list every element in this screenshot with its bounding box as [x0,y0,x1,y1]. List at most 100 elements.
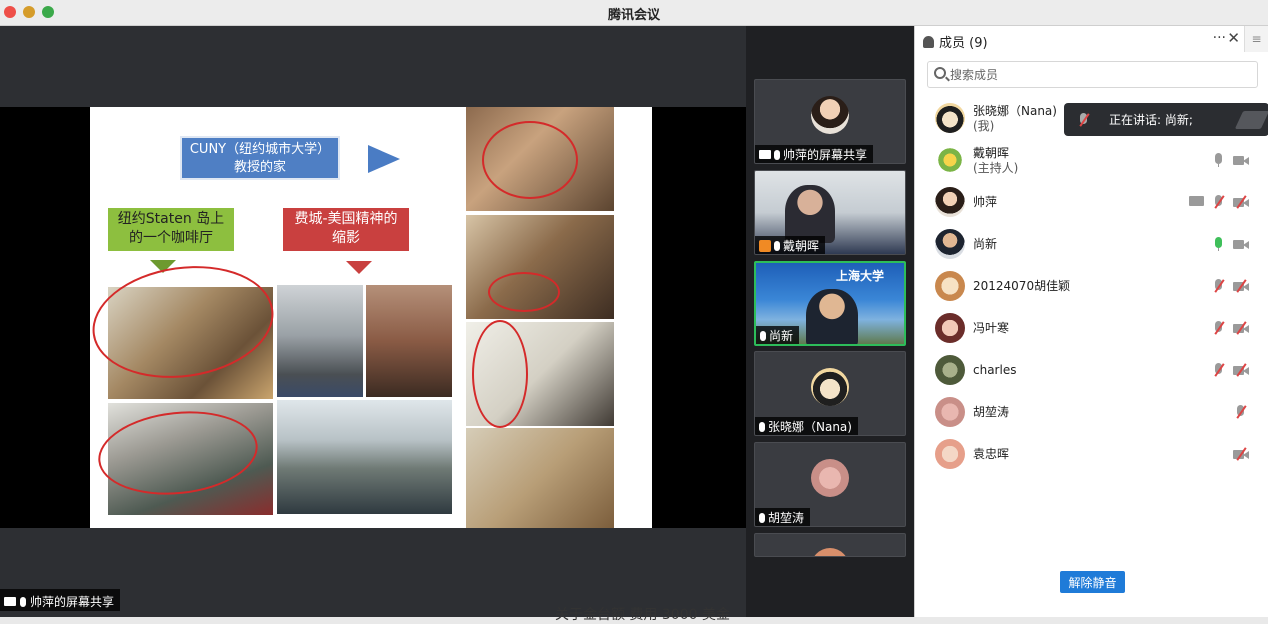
caption-cafe-line1: 纽约Staten 岛上 [117,211,225,227]
search-input[interactable] [950,65,1240,84]
slide-caption-philly: 费城-美国精神的 缩影 [283,208,409,251]
down-triangle-icon [346,261,372,274]
slide-arrow-icon [368,145,400,173]
philly-photo-3 [277,400,452,514]
screen-share-icon [759,150,771,159]
background-window-text: 关于金台额 费用 3000 美金 [555,607,730,623]
avatar [935,397,965,427]
speaking-text: 正在讲话: 尚新; [1109,113,1193,127]
camera-icon[interactable] [1233,236,1249,252]
avatar [811,459,849,497]
member-name: 袁忠晖 [973,447,1010,461]
tile-label: 尚新 [756,326,800,344]
window-title: 腾讯会议 [607,8,660,23]
members-panel: ≡ 成员 (9) ··· ✕ 张晓娜（Nana) (我) 正在讲话: 尚新; [914,26,1268,617]
tile-name: 胡堃涛 [768,511,805,525]
member-name: 戴朝晖 (主持人) [973,146,1018,176]
video-gallery[interactable]: 帅萍的屏幕共享 戴朝晖 上海大学 尚新 张晓娜（Nana) 胡堃涛 [746,26,914,617]
video-tile-screen-share[interactable]: 帅萍的屏幕共享 [754,79,906,164]
member-row[interactable]: 戴朝晖 (主持人) [915,140,1268,180]
mic-active-icon[interactable] [1211,236,1227,252]
member-row[interactable]: 尚新 [915,224,1268,264]
annotation-circle [488,272,560,312]
mic-muted-icon [1076,112,1092,128]
screen-share-icon [1189,194,1205,210]
unmute-button[interactable]: 解除静音 [1060,571,1125,593]
camera-off-icon[interactable] [1233,194,1249,210]
university-banner: 上海大学 [836,269,885,283]
participant-video [785,185,835,243]
share-owner-text: 帅萍的屏幕共享 [30,595,115,609]
meeting-window: 腾讯会议 CUNY（纽约城市大学） 教授的家 纽约Staten 岛上 的一个咖啡… [0,0,1268,623]
annotation-circle [472,320,528,428]
tile-label: 戴朝晖 [755,236,826,254]
philly-photo-2 [366,285,452,397]
member-role: (主持人) [973,161,1019,175]
presentation-slide: CUNY（纽约城市大学） 教授的家 纽约Staten 岛上 的一个咖啡厅 费城-… [90,107,652,528]
slide-title-box: CUNY（纽约城市大学） 教授的家 [180,136,340,180]
video-tile-shangxin[interactable]: 上海大学 尚新 [754,261,906,346]
slide-title-line1: CUNY（纽约城市大学） [189,142,331,157]
tile-label: 帅萍的屏幕共享 [755,145,874,163]
avatar [935,103,965,133]
camera-icon[interactable] [1233,152,1249,168]
person-icon [759,239,771,252]
member-row[interactable]: 冯叶寒 [915,308,1268,348]
mic-icon[interactable] [1211,152,1227,168]
more-options-icon[interactable]: ··· [1213,30,1226,46]
member-name: 冯叶寒 [973,321,1010,335]
avatar [811,368,849,406]
video-tile-partial[interactable] [754,533,906,557]
member-name: 胡堃涛 [973,405,1010,419]
caption-cafe-line2: 的一个咖啡厅 [129,230,213,246]
caption-philly-line1: 费城-美国精神的 [294,211,398,227]
mic-muted-icon[interactable] [1211,278,1227,294]
members-header: 成员 (9) [923,32,988,51]
avatar [935,187,965,217]
member-row[interactable]: charles [915,350,1268,390]
tile-label: 胡堃涛 [755,508,811,526]
camera-off-icon[interactable] [1233,278,1249,294]
member-name: 张晓娜（Nana) (我) [973,104,1057,134]
caption-philly-line2: 缩影 [332,230,360,246]
member-row[interactable]: 20124070胡佳颖 [915,266,1268,306]
member-row[interactable]: 胡堃涛 [915,392,1268,432]
toast-decoration [1234,111,1268,129]
mic-muted-icon[interactable] [1233,404,1249,420]
participant-video [806,289,858,344]
annotation-circle [482,121,578,199]
screen-share-icon [4,597,16,606]
mic-muted-icon[interactable] [1211,194,1227,210]
mic-muted-icon [20,596,26,607]
avatar [811,548,849,556]
mic-muted-icon[interactable] [1211,320,1227,336]
member-role: (我) [973,119,995,133]
mic-icon [774,240,780,251]
menu-icon[interactable]: ≡ [1244,26,1268,52]
avatar [935,229,965,259]
mic-muted-icon [774,149,780,160]
member-name: 20124070胡佳颖 [973,279,1071,293]
mic-muted-icon [759,421,765,432]
video-tile-zhangxiaona[interactable]: 张晓娜（Nana) [754,351,906,436]
tile-name: 戴朝晖 [783,239,820,253]
member-search[interactable] [927,61,1258,88]
tile-name: 帅萍的屏幕共享 [783,148,868,162]
member-name-text: 张晓娜（Nana) [973,104,1057,118]
member-row[interactable]: 袁忠晖 [915,434,1268,474]
video-tile-hukuntao[interactable]: 胡堃涛 [754,442,906,527]
camera-off-icon[interactable] [1233,320,1249,336]
tile-name: 张晓娜（Nana) [768,420,852,434]
members-title: 成员 (9) [939,36,988,51]
tile-label: 张晓娜（Nana) [755,417,858,435]
camera-off-icon[interactable] [1233,362,1249,378]
mic-muted-icon[interactable] [1211,362,1227,378]
camera-off-icon[interactable] [1233,446,1249,462]
video-tile-daizhaohui[interactable]: 戴朝晖 [754,170,906,255]
member-row[interactable]: 帅萍 [915,182,1268,222]
search-icon [934,67,946,79]
close-icon[interactable]: ✕ [1227,29,1240,47]
tile-name: 尚新 [769,329,794,343]
home-photo-4 [466,428,614,528]
slide-title-line2: 教授的家 [233,160,286,175]
